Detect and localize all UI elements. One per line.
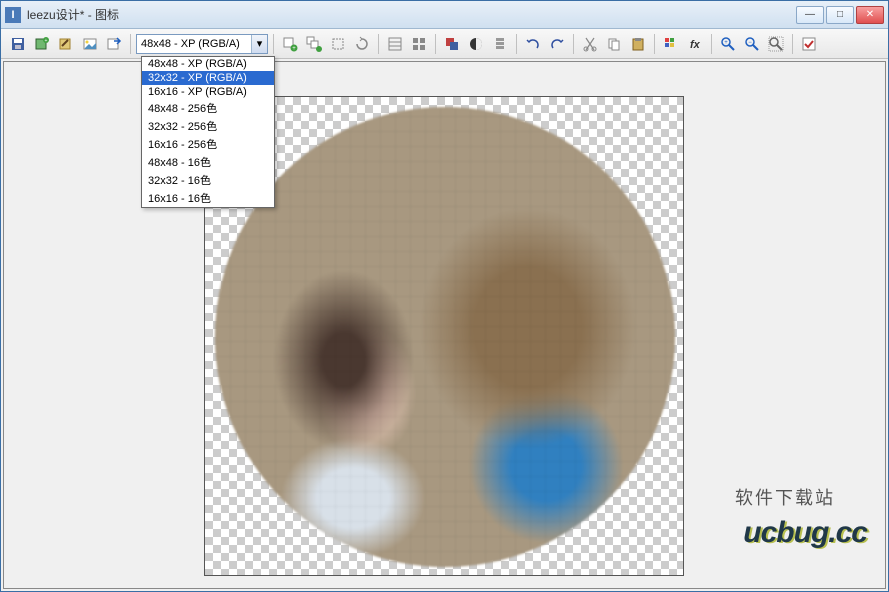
stack-button[interactable]: [489, 33, 511, 55]
toolbar-separator: [435, 34, 436, 54]
maximize-button[interactable]: □: [826, 6, 854, 24]
size-format-dropdown[interactable]: 48x48 - XP (RGB/A) ▾: [136, 34, 268, 54]
dropdown-option[interactable]: 32x32 - 16色: [142, 171, 274, 189]
grid-details-button[interactable]: [384, 33, 406, 55]
zoom-in-button[interactable]: +: [717, 33, 739, 55]
toolbar-separator: [130, 34, 131, 54]
toolbar-separator: [792, 34, 793, 54]
zoom-fit-button[interactable]: [765, 33, 787, 55]
add-layer-button[interactable]: +: [279, 33, 301, 55]
undo-button[interactable]: [522, 33, 544, 55]
svg-text:+: +: [45, 38, 48, 44]
app-window: I leezu设计* - 图标 — □ ✕ + 48x48 - XP (RGB/…: [0, 0, 889, 592]
toolbar-separator: [573, 34, 574, 54]
redo-button[interactable]: [546, 33, 568, 55]
minimize-button[interactable]: —: [796, 6, 824, 24]
crop-button[interactable]: [327, 33, 349, 55]
icon-image-content: [205, 97, 683, 575]
overlay-red-button[interactable]: [441, 33, 463, 55]
canvas-scroll-area[interactable]: 软件下载站 ucbug.cc: [3, 61, 886, 589]
titlebar: I leezu设计* - 图标 — □ ✕: [1, 1, 888, 29]
svg-text:−: −: [748, 40, 752, 46]
toolbar-separator: [654, 34, 655, 54]
toolbar-separator: [273, 34, 274, 54]
dropdown-option[interactable]: 48x48 - XP (RGB/A): [142, 57, 274, 71]
zoom-out-button[interactable]: −: [741, 33, 763, 55]
copy-button[interactable]: [603, 33, 625, 55]
toolbar-separator: [516, 34, 517, 54]
new-image-button[interactable]: +: [31, 33, 53, 55]
window-title: leezu设计* - 图标: [27, 6, 796, 23]
dropdown-selected-value: 48x48 - XP (RGB/A): [141, 38, 240, 50]
chevron-down-icon: ▾: [251, 35, 267, 53]
dropdown-option[interactable]: 16x16 - XP (RGB/A): [142, 85, 274, 99]
dropdown-option[interactable]: 32x32 - XP (RGB/A): [142, 71, 274, 85]
picture-button[interactable]: [79, 33, 101, 55]
rotate-button[interactable]: [351, 33, 373, 55]
effects-button[interactable]: fx: [684, 33, 706, 55]
save-button[interactable]: [7, 33, 29, 55]
toolbar: + 48x48 - XP (RGB/A) ▾ + fx + −: [1, 29, 888, 59]
svg-text:+: +: [292, 46, 296, 52]
close-button[interactable]: ✕: [856, 6, 884, 24]
svg-text:fx: fx: [690, 39, 701, 51]
size-format-dropdown-list: 48x48 - XP (RGB/A)32x32 - XP (RGB/A)16x1…: [141, 56, 275, 208]
canvas-checkerboard: [204, 96, 684, 576]
app-icon: I: [5, 7, 21, 23]
dropdown-option[interactable]: 16x16 - 256色: [142, 135, 274, 153]
pixelated-circle-image: [215, 107, 675, 567]
dropdown-option[interactable]: 16x16 - 16色: [142, 189, 274, 207]
dropdown-option[interactable]: 48x48 - 256色: [142, 99, 274, 117]
color-palette-button[interactable]: [660, 33, 682, 55]
toolbar-separator: [711, 34, 712, 54]
paste-button[interactable]: [627, 33, 649, 55]
contrast-button[interactable]: [465, 33, 487, 55]
dropdown-option[interactable]: 48x48 - 16色: [142, 153, 274, 171]
watermark-text-1: 软件下载站: [735, 484, 835, 510]
dropdown-option[interactable]: 32x32 - 256色: [142, 117, 274, 135]
check-button[interactable]: [798, 33, 820, 55]
watermark-text-2: ucbug.cc: [743, 516, 867, 550]
import-button[interactable]: [103, 33, 125, 55]
add-multi-button[interactable]: [303, 33, 325, 55]
cut-button[interactable]: [579, 33, 601, 55]
toolbar-separator: [378, 34, 379, 54]
svg-text:+: +: [724, 40, 728, 46]
grid-view-button[interactable]: [408, 33, 430, 55]
edit-image-button[interactable]: [55, 33, 77, 55]
window-controls: — □ ✕: [796, 6, 884, 24]
